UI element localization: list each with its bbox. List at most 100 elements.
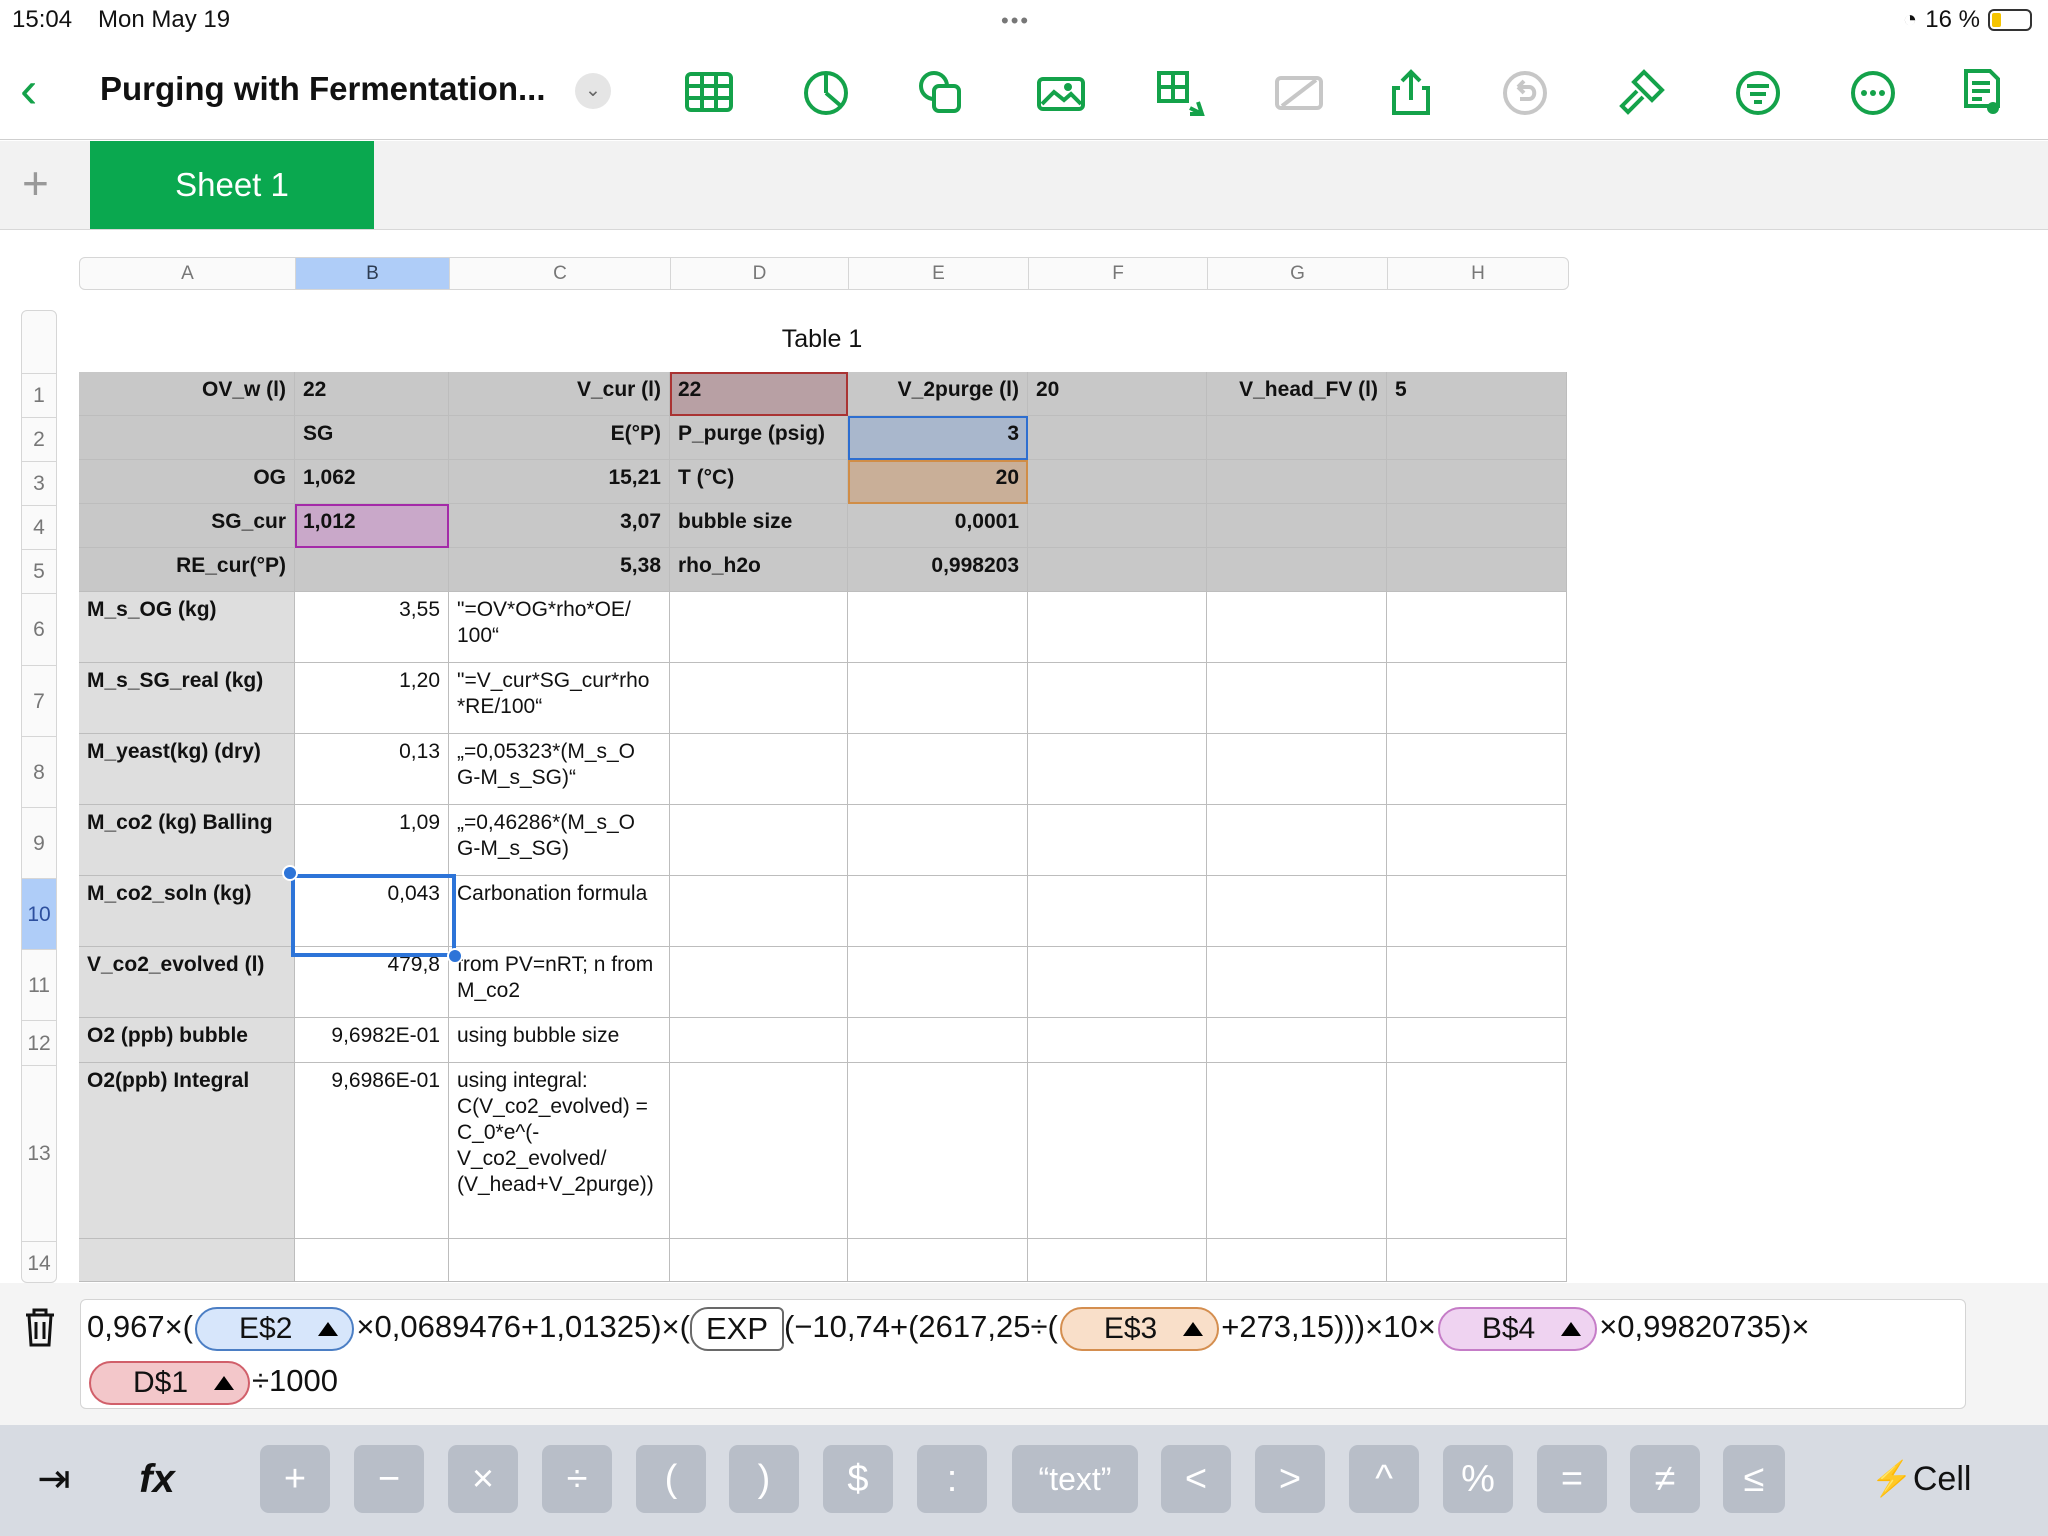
column-header-c[interactable]: C (450, 258, 671, 289)
table-cell[interactable]: using integral: C(V_co2_evolved) = C_0*e… (449, 1063, 670, 1239)
keyboard-key[interactable]: ( (636, 1445, 706, 1513)
selection-handle-top[interactable] (282, 865, 298, 881)
cell-reference-pill[interactable]: D$1 (89, 1360, 251, 1405)
back-icon[interactable]: ‹ (20, 64, 60, 116)
table-cell[interactable] (1028, 805, 1207, 876)
keyboard-key[interactable]: < (1161, 1445, 1231, 1513)
table-cell[interactable] (1207, 663, 1387, 734)
format-brush-icon[interactable] (1614, 66, 1668, 120)
table-cell[interactable] (1028, 460, 1207, 504)
column-header-b[interactable]: B (296, 258, 450, 289)
cell-reference-pill[interactable]: E$2 (195, 1306, 355, 1351)
keyboard-key[interactable]: $ (823, 1445, 893, 1513)
column-header-f[interactable]: F (1029, 258, 1208, 289)
selection-handle-bottom[interactable] (447, 948, 463, 964)
table-cell[interactable]: 3,07 (449, 504, 670, 548)
table-cell[interactable] (670, 1018, 848, 1063)
table-cell[interactable]: 22 (670, 372, 848, 416)
table-cell[interactable]: V_cur (l) (449, 372, 670, 416)
row-header-9[interactable]: 9 (22, 807, 56, 878)
table-cell[interactable]: „=0,46286*(M_s_O G-M_s_SG) (449, 805, 670, 876)
keyboard-key[interactable]: ^ (1349, 1445, 1419, 1513)
table-cell[interactable] (1387, 805, 1567, 876)
table-cell[interactable] (1387, 460, 1567, 504)
row-header-13[interactable]: 13 (22, 1065, 56, 1241)
keyboard-key[interactable]: = (1537, 1445, 1607, 1513)
table-cell[interactable]: 3,55 (295, 592, 449, 663)
table-cell[interactable] (1028, 1018, 1207, 1063)
table-cell[interactable] (848, 876, 1028, 947)
table-cell[interactable]: V_head_FV (l) (1207, 372, 1387, 416)
table-cell[interactable]: 1,012 (295, 504, 449, 548)
table-cell[interactable] (1028, 592, 1207, 663)
table-cell[interactable] (1207, 592, 1387, 663)
chevron-down-icon[interactable]: ⌄ (575, 73, 611, 109)
table-cell[interactable] (295, 1239, 449, 1282)
table-cell[interactable] (1387, 592, 1567, 663)
table-size-icon[interactable] (1154, 66, 1208, 120)
row-header-7[interactable]: 7 (22, 665, 56, 736)
keyboard-key[interactable]: : (917, 1445, 987, 1513)
table-cell[interactable] (1387, 663, 1567, 734)
table-cell[interactable] (1207, 504, 1387, 548)
table-cell[interactable]: M_co2_soln (kg) (79, 876, 295, 947)
row-header-8[interactable]: 8 (22, 736, 56, 807)
formula-field[interactable]: 0,967×(E$2 ×0,0689476+1,01325)×(EXP (−10,7… (80, 1299, 1966, 1409)
table-cell[interactable]: M_s_SG_real (kg) (79, 663, 295, 734)
table-cell[interactable]: 5 (1387, 372, 1567, 416)
table-cell[interactable] (1387, 1063, 1567, 1239)
table-cell[interactable]: OG (79, 460, 295, 504)
table-cell[interactable] (1207, 876, 1387, 947)
table-cell[interactable]: 3 (848, 416, 1028, 460)
table-cell[interactable] (848, 663, 1028, 734)
table-cell[interactable]: V_2purge (l) (848, 372, 1028, 416)
table-cell[interactable] (670, 734, 848, 805)
table-icon[interactable] (682, 66, 736, 120)
cell-key[interactable]: ⚡Cell (1868, 1445, 1974, 1513)
keyboard-key[interactable]: × (448, 1445, 518, 1513)
table-cell[interactable] (1207, 947, 1387, 1018)
table-cell[interactable] (848, 1018, 1028, 1063)
row-header-1[interactable]: 1 (22, 373, 56, 417)
table-cell[interactable]: 1,09 (295, 805, 449, 876)
table-cell[interactable] (670, 1063, 848, 1239)
table-cell[interactable] (79, 416, 295, 460)
table-cell[interactable]: 15,21 (449, 460, 670, 504)
table-cell[interactable] (1207, 1018, 1387, 1063)
table-cell[interactable] (1207, 460, 1387, 504)
table-cell[interactable]: M_yeast(kg) (dry) (79, 734, 295, 805)
table-cell[interactable] (1028, 734, 1207, 805)
keyboard-key[interactable]: ≠ (1630, 1445, 1700, 1513)
share-icon[interactable] (1384, 66, 1438, 120)
table-cell[interactable] (1207, 805, 1387, 876)
table-cell[interactable]: „=0,05323*(M_s_O G-M_s_SG)“ (449, 734, 670, 805)
table-cell[interactable]: 9,6986E-01 (295, 1063, 449, 1239)
table-cell[interactable] (848, 1239, 1028, 1282)
table-cell[interactable] (670, 663, 848, 734)
row-header-5[interactable]: 5 (22, 549, 56, 593)
row-header-4[interactable]: 4 (22, 505, 56, 549)
table-cell[interactable]: "=OV*OG*rho*OE/ 100“ (449, 592, 670, 663)
table-cell[interactable] (1387, 1018, 1567, 1063)
table-cell[interactable]: SG (295, 416, 449, 460)
filter-icon[interactable] (1731, 66, 1785, 120)
keyboard-key[interactable]: “text” (1012, 1445, 1138, 1513)
table-cell[interactable] (1028, 947, 1207, 1018)
more-icon[interactable] (1846, 66, 1900, 120)
table-cell[interactable]: T (°C) (670, 460, 848, 504)
table-cell[interactable]: 5,38 (449, 548, 670, 592)
table-cell[interactable]: 0,13 (295, 734, 449, 805)
row-header-11[interactable]: 11 (22, 949, 56, 1020)
table-cell[interactable] (1387, 876, 1567, 947)
table-cell[interactable] (1387, 1239, 1567, 1282)
table-cell[interactable]: 0,043 (295, 876, 449, 947)
table-cell[interactable] (1028, 1239, 1207, 1282)
table-cell[interactable]: Carbonation formula (449, 876, 670, 947)
row-header-12[interactable]: 12 (22, 1020, 56, 1065)
trash-icon[interactable] (20, 1305, 60, 1349)
row-header-2[interactable]: 2 (22, 417, 56, 461)
table-cell[interactable] (1387, 734, 1567, 805)
keyboard-key[interactable]: > (1255, 1445, 1325, 1513)
table-cell[interactable] (1387, 548, 1567, 592)
keyboard-key[interactable]: − (354, 1445, 424, 1513)
